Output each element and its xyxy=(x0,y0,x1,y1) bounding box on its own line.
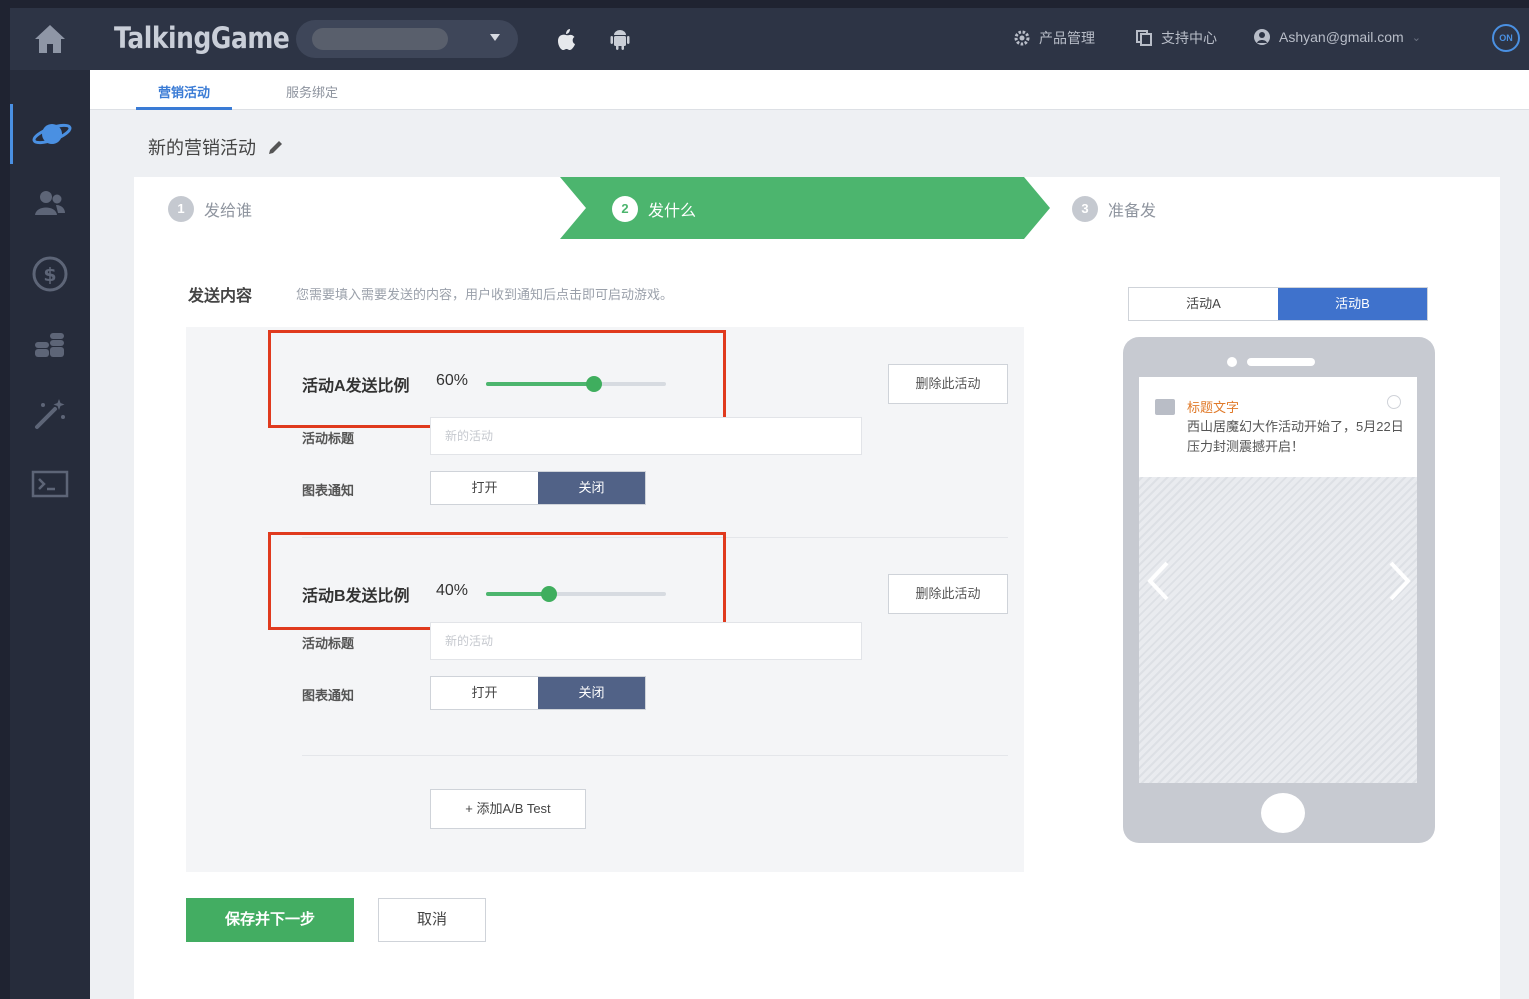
tab-service-binding[interactable]: 服务绑定 xyxy=(286,82,338,101)
tab-marketing-activity[interactable]: 营销活动 xyxy=(158,82,210,101)
activity-title-input-b[interactable]: 新的活动 xyxy=(430,622,862,660)
slider-fill xyxy=(486,382,594,386)
preview-tab-b[interactable]: 活动B xyxy=(1278,288,1427,320)
add-ab-test-button[interactable]: + 添加A/B Test xyxy=(430,789,586,829)
dollar-icon: $ xyxy=(32,256,68,292)
section-label: 发送内容 xyxy=(188,288,253,305)
home-icon[interactable] xyxy=(32,22,68,56)
chevron-down-icon: ⌄ xyxy=(1411,31,1421,44)
step-3[interactable]: 3 准备发 xyxy=(1072,196,1156,222)
step-number: 1 xyxy=(168,196,194,222)
title-label-a: 活动标题 xyxy=(302,431,355,446)
nav-label: 产品管理 xyxy=(1039,30,1095,46)
toggle-close-option[interactable]: 关闭 xyxy=(538,472,645,504)
step-1[interactable]: 1 发给谁 xyxy=(168,196,252,222)
sidebar-item-tools[interactable] xyxy=(10,384,90,444)
activity-title-input-a[interactable]: 新的活动 xyxy=(430,417,862,455)
planet-icon xyxy=(32,123,71,145)
nav-label: 支持中心 xyxy=(1161,30,1217,46)
notification-body: 西山居魔幻大作活动开始了，5月22日压力封测震撼开启！ xyxy=(1187,419,1404,454)
preview-tabs: 活动A 活动B xyxy=(1128,287,1428,321)
left-sidebar: $ xyxy=(10,70,90,999)
notify-toggle-a[interactable]: 打开 关闭 xyxy=(430,471,646,505)
apple-icon[interactable] xyxy=(553,26,579,52)
content-card: 发送内容 您需要填入需要发送的内容，用户收到通知后点击即可启动游戏。 活动A发送… xyxy=(134,239,1500,999)
copy-icon xyxy=(1136,30,1152,46)
main-content: 营销活动 服务绑定 新的营销活动 1 发给谁 2 发什么 3 准备发 发送内容 … xyxy=(90,70,1529,999)
chevron-right-icon[interactable] xyxy=(1387,559,1413,603)
step-label: 发给谁 xyxy=(204,203,253,220)
ratio-slider-b[interactable] xyxy=(486,586,666,602)
step-number: 3 xyxy=(1072,196,1098,222)
gear-icon xyxy=(1014,30,1030,46)
save-and-next-button[interactable]: 保存并下一步 xyxy=(186,898,354,942)
step-label: 发什么 xyxy=(648,203,697,220)
sidebar-item-console[interactable] xyxy=(10,454,90,514)
online-status-badge[interactable]: ON xyxy=(1492,24,1520,52)
user-email: Ashyan@gmail.com xyxy=(1279,29,1404,45)
ratio-label-b: 活动B发送比例 xyxy=(302,588,410,605)
toggle-open-option[interactable]: 打开 xyxy=(431,677,538,709)
notify-label-a: 图表通知 xyxy=(302,483,355,498)
users-icon xyxy=(35,191,65,215)
notification-title: 标题文字 xyxy=(1187,400,1240,415)
toggle-close-option[interactable]: 关闭 xyxy=(538,677,645,709)
step-number: 2 xyxy=(612,196,638,222)
title-label-b: 活动标题 xyxy=(302,636,355,651)
ab-test-form-panel: 活动A发送比例 60% 删除此活动 活动标题 新的活动 图表通知 打开 关闭 活… xyxy=(186,327,1024,872)
phone-screen: 标题文字 西山居魔幻大作活动开始了，5月22日压力封测震撼开启！ xyxy=(1139,377,1417,783)
step-indicator: 1 发给谁 2 发什么 3 准备发 xyxy=(134,177,1500,239)
sidebar-item-users[interactable] xyxy=(10,174,90,234)
ratio-value-a: 60% xyxy=(436,372,469,389)
phone-camera xyxy=(1227,357,1237,367)
top-bar: TalkingGame 产品管理 支持中心 Ashyan@gmail.com ⌄… xyxy=(10,8,1529,70)
toggle-open-option[interactable]: 打开 xyxy=(431,472,538,504)
chevron-down-icon xyxy=(490,34,500,41)
phone-speaker xyxy=(1247,358,1315,366)
sidebar-item-finance[interactable] xyxy=(10,314,90,374)
ratio-slider-a[interactable] xyxy=(486,376,666,392)
divider xyxy=(302,755,1008,756)
page-title-text: 新的营销活动 xyxy=(148,138,256,158)
ratio-label-a: 活动A发送比例 xyxy=(302,378,410,395)
slider-fill xyxy=(486,592,549,596)
cancel-button[interactable]: 取消 xyxy=(378,898,486,942)
nav-product-management[interactable]: 产品管理 xyxy=(1013,28,1095,48)
app-name-redacted xyxy=(312,28,448,50)
android-icon[interactable] xyxy=(607,26,633,52)
highlight-box xyxy=(268,532,726,630)
section-hint: 您需要填入需要发送的内容，用户收到通知后点击即可启动游戏。 xyxy=(296,287,674,302)
coins-icon xyxy=(35,333,64,357)
chevron-left-icon[interactable] xyxy=(1145,559,1171,603)
brand-logo[interactable]: TalkingGame xyxy=(114,21,290,55)
slider-handle[interactable] xyxy=(586,376,602,392)
ratio-value-b: 40% xyxy=(436,582,469,599)
user-account-menu[interactable]: Ashyan@gmail.com ⌄ xyxy=(1253,28,1421,46)
delete-activity-a-button[interactable]: 删除此活动 xyxy=(888,364,1008,404)
page-title: 新的营销活动 xyxy=(148,134,286,160)
notify-toggle-b[interactable]: 打开 关闭 xyxy=(430,676,646,710)
app-icon xyxy=(1155,399,1175,415)
preview-tab-a[interactable]: 活动A xyxy=(1129,288,1278,320)
step-label: 准备发 xyxy=(1108,203,1157,220)
notification-card: 标题文字 西山居魔幻大作活动开始了，5月22日压力封测震撼开启！ xyxy=(1139,377,1417,477)
sidebar-item-revenue[interactable]: $ xyxy=(10,244,90,304)
phone-home-button xyxy=(1261,793,1305,833)
tab-bar: 营销活动 服务绑定 xyxy=(90,70,1529,110)
pencil-icon[interactable] xyxy=(266,137,286,157)
svg-text:$: $ xyxy=(43,264,56,286)
slider-handle[interactable] xyxy=(541,586,557,602)
nav-support-center[interactable]: 支持中心 xyxy=(1135,28,1217,48)
phone-preview: 标题文字 西山居魔幻大作活动开始了，5月22日压力封测震撼开启！ xyxy=(1123,337,1435,843)
notify-label-b: 图表通知 xyxy=(302,688,355,703)
user-icon xyxy=(1254,29,1270,45)
delete-activity-b-button[interactable]: 删除此活动 xyxy=(888,574,1008,614)
close-icon[interactable] xyxy=(1387,395,1401,409)
step-2[interactable]: 2 发什么 xyxy=(612,196,696,222)
app-selector-dropdown[interactable] xyxy=(296,20,518,58)
sidebar-item-marketing[interactable] xyxy=(10,104,90,164)
terminal-icon xyxy=(31,470,69,498)
active-tab-indicator xyxy=(136,107,232,110)
magic-wand-icon xyxy=(35,399,65,429)
